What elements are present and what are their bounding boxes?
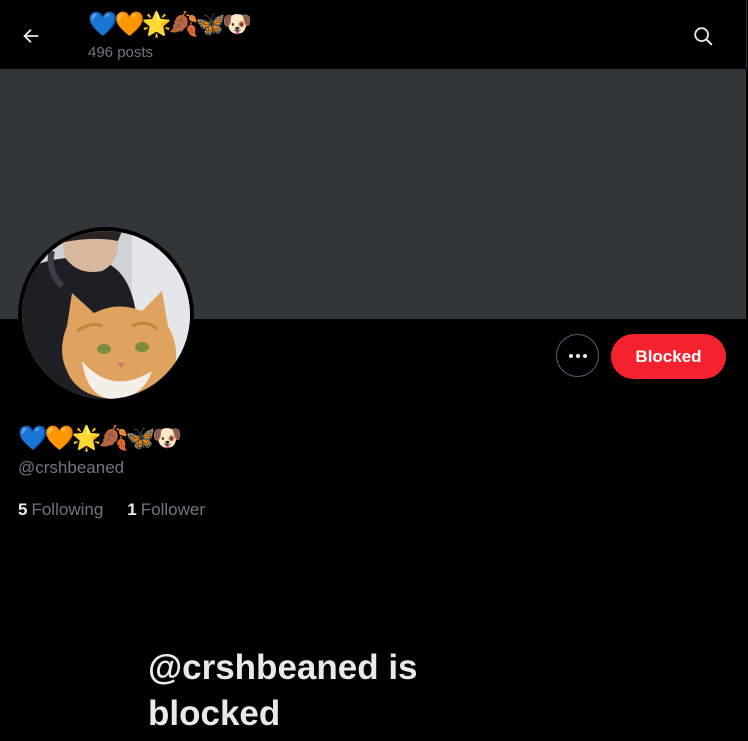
follow-stats: 5 Following 1 Follower (18, 500, 205, 520)
post-count: 496 posts (88, 44, 154, 61)
profile-header: 💙🧡🌟🍂🦋🐶 496 posts (0, 0, 747, 69)
ellipsis-icon (568, 353, 587, 358)
display-name: 💙🧡🌟🍂🦋🐶 (18, 424, 182, 452)
search-icon (694, 27, 713, 46)
arrow-left-icon (23, 28, 39, 44)
search-button[interactable] (686, 19, 720, 53)
followers-count: 1 (127, 500, 137, 519)
following-label: Following (31, 500, 104, 519)
following-count: 5 (18, 500, 28, 519)
avatar-image (22, 231, 190, 399)
followers-label: Follower (140, 500, 205, 519)
profile-handle: @crshbeaned (18, 458, 125, 477)
followers-link[interactable]: 1 Follower (127, 500, 205, 520)
back-button[interactable] (14, 19, 48, 53)
more-options-button[interactable] (556, 334, 599, 377)
avatar[interactable] (18, 227, 194, 403)
header-title: 💙🧡🌟🍂🦋🐶 (88, 10, 252, 38)
blocked-button[interactable]: Blocked (611, 334, 726, 379)
blocked-notice: @crshbeaned is blocked (148, 648, 418, 733)
following-link[interactable]: 5 Following (18, 500, 103, 520)
